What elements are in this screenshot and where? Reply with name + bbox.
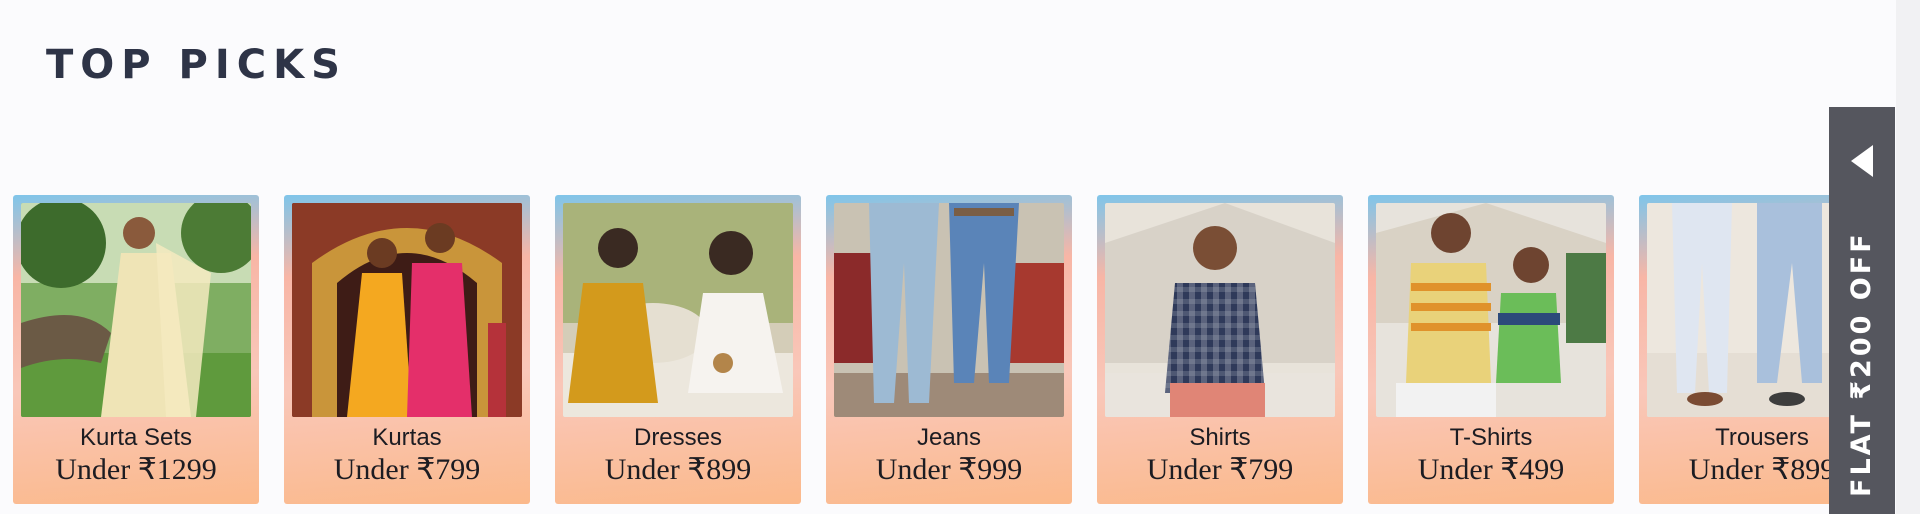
category-card-jeans[interactable]: Jeans Under ₹999 bbox=[826, 195, 1072, 504]
category-card-kurtas[interactable]: Kurtas Under ₹799 bbox=[284, 195, 530, 504]
product-carousel: Kurta Sets Under ₹1299 Kurtas Under ₹799… bbox=[0, 195, 1830, 514]
product-image bbox=[834, 203, 1064, 417]
category-card-dresses[interactable]: Dresses Under ₹899 bbox=[555, 195, 801, 504]
card-category-label: Kurtas bbox=[372, 424, 442, 451]
product-image bbox=[292, 203, 522, 417]
offer-label: FLAT ₹200 OFF bbox=[1846, 231, 1877, 497]
section-title: TOP PICKS bbox=[46, 42, 347, 88]
card-price-label: Under ₹799 bbox=[333, 453, 481, 486]
card-category-label: T-Shirts bbox=[1449, 424, 1533, 451]
product-image bbox=[1376, 203, 1606, 417]
vertical-scrollbar[interactable] bbox=[1896, 0, 1920, 514]
category-card-t-shirts[interactable]: T-Shirts Under ₹499 bbox=[1368, 195, 1614, 504]
card-category-label: Shirts bbox=[1189, 424, 1251, 451]
product-image bbox=[1105, 203, 1335, 417]
card-category-label: Kurta Sets bbox=[79, 424, 193, 451]
card-price-label: Under ₹499 bbox=[1417, 453, 1565, 486]
flat-discount-offer-tab[interactable]: FLAT ₹200 OFF bbox=[1829, 107, 1895, 514]
product-image bbox=[563, 203, 793, 417]
category-card-trousers[interactable]: Trousers Under ₹899 bbox=[1639, 195, 1830, 504]
chevron-left-icon bbox=[1851, 145, 1873, 177]
card-category-label: Jeans bbox=[916, 424, 982, 451]
card-price-label: Under ₹1299 bbox=[55, 453, 217, 486]
category-card-kurta-sets[interactable]: Kurta Sets Under ₹1299 bbox=[13, 195, 259, 504]
card-price-label: Under ₹999 bbox=[875, 453, 1023, 486]
card-price-label: Under ₹899 bbox=[1688, 453, 1830, 486]
card-price-label: Under ₹799 bbox=[1146, 453, 1294, 486]
product-image bbox=[21, 203, 251, 417]
category-card-shirts[interactable]: Shirts Under ₹799 bbox=[1097, 195, 1343, 504]
card-price-label: Under ₹899 bbox=[604, 453, 752, 486]
card-category-label: Trousers bbox=[1715, 424, 1809, 451]
product-image bbox=[1647, 203, 1830, 417]
card-category-label: Dresses bbox=[633, 424, 723, 451]
top-picks-section: TOP PICKS Kurta Sets Under ₹1299 Kurtas … bbox=[0, 0, 1920, 514]
